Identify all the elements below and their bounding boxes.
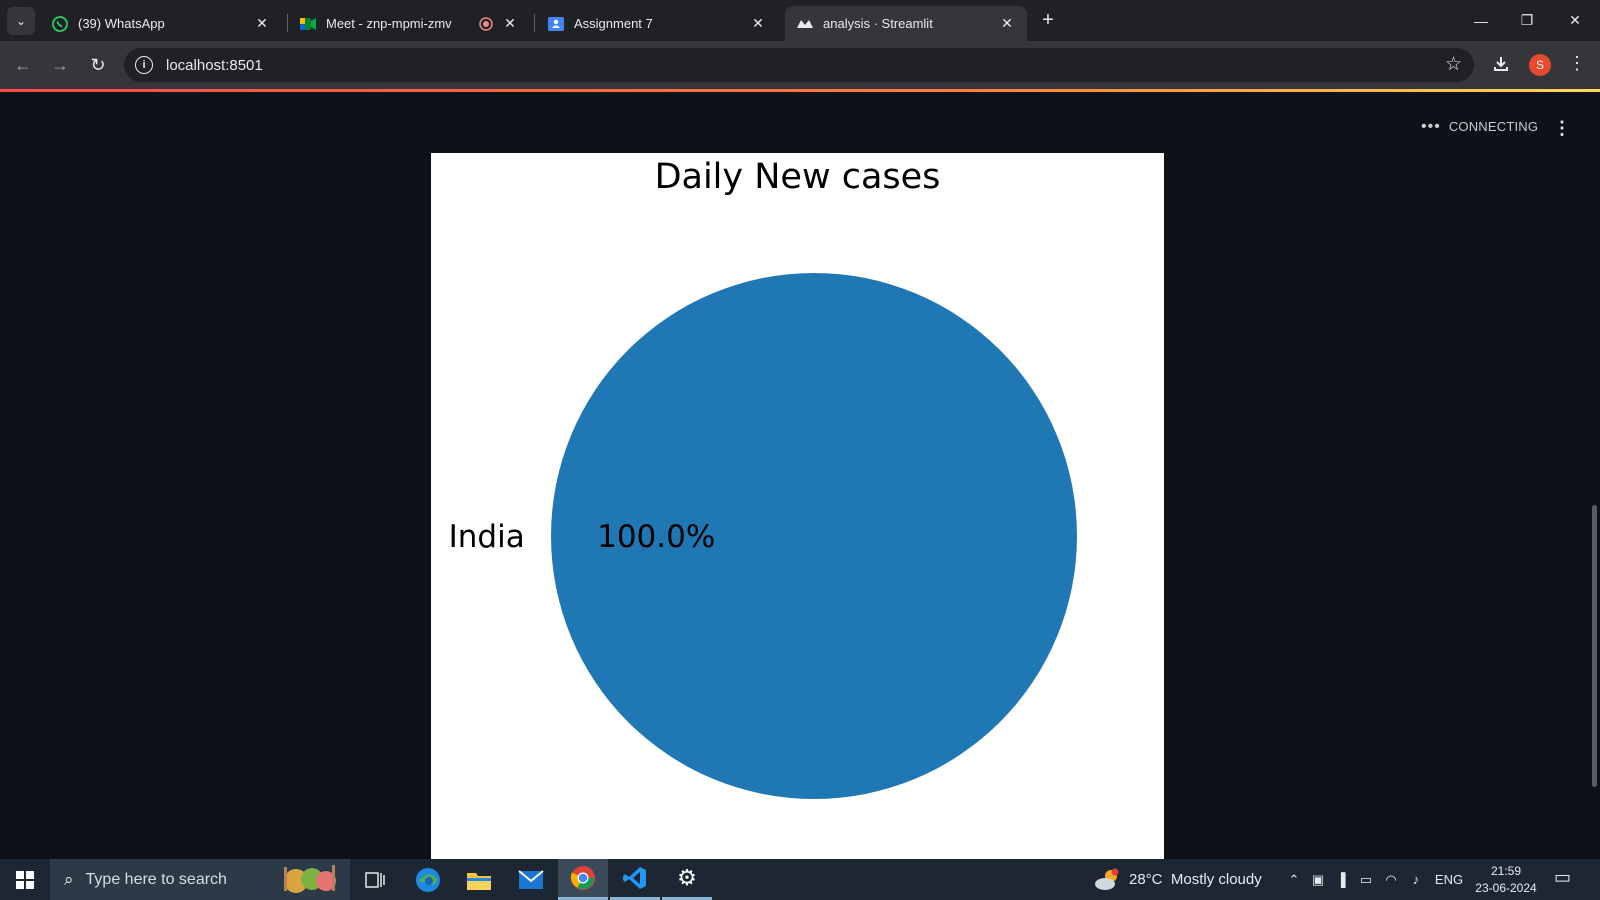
pie-chart-figure: Daily New cases India 100.0% [431, 153, 1164, 859]
search-highlight-illustration [284, 865, 336, 893]
taskbar-settings[interactable]: ⚙ [662, 859, 712, 900]
arrow-left-icon: ← [14, 54, 32, 75]
restore-icon: ❐ [1520, 12, 1534, 28]
tab-title: Assignment 7 [574, 16, 653, 31]
task-view-button[interactable] [350, 859, 400, 900]
downloads-button[interactable] [1488, 51, 1514, 77]
whatsapp-icon [52, 15, 68, 32]
tab-search-button[interactable]: ⌄ [7, 7, 35, 35]
taskbar-mail[interactable] [506, 859, 556, 900]
minimize-icon: — [1474, 12, 1488, 29]
chevron-down-icon: ⌄ [15, 14, 27, 28]
search-placeholder: Type here to search [85, 870, 227, 888]
taskbar-vscode[interactable] [610, 859, 660, 900]
tray-language[interactable]: ENG [1432, 859, 1466, 900]
edge-icon [416, 867, 440, 892]
windows-taskbar: ⌕ Type here to search ⚙ 28°C Mostly clou… [0, 859, 1600, 900]
clock-date: 23-06-2024 [1475, 881, 1537, 895]
start-button[interactable] [0, 859, 50, 900]
chevron-up-icon: ⌃ [1288, 871, 1300, 887]
tray-volume[interactable]: ♪ [1405, 859, 1427, 900]
taskbar-file-explorer[interactable] [454, 859, 504, 900]
reload-button[interactable]: ↻ [84, 51, 112, 79]
pie-chart: India 100.0% [449, 273, 1077, 799]
classroom-icon [548, 16, 564, 32]
tab-assignment[interactable]: Assignment 7 ✕ [536, 6, 778, 41]
browser-tabstrip: ⌄ (39) WhatsApp ✕ Meet - znp-mpmi-zmv ✕ [0, 0, 1600, 41]
connection-status: ••• CONNECTING [1421, 117, 1539, 135]
notification-icon: ▭ [1554, 867, 1572, 887]
clock-time: 21:59 [1490, 864, 1522, 878]
new-tab-button[interactable]: + [1036, 8, 1060, 32]
download-icon [1494, 57, 1508, 71]
screen: ⌄ (39) WhatsApp ✕ Meet - znp-mpmi-zmv ✕ [0, 0, 1600, 900]
microphone-icon: ▐ [1336, 872, 1346, 887]
taskbar-search-box[interactable]: ⌕ Type here to search [50, 859, 350, 900]
arrow-right-icon: → [51, 54, 69, 75]
search-icon: ⌕ [64, 869, 74, 889]
bookmark-star-icon[interactable]: ☆ [1445, 53, 1462, 76]
recording-icon [478, 16, 494, 32]
weather-text: 28°C Mostly cloudy [1129, 871, 1262, 888]
mail-icon [518, 869, 544, 889]
reload-icon: ↻ [90, 54, 106, 75]
taskbar-clock[interactable]: 21:59 23-06-2024 [1470, 863, 1542, 897]
tab-whatsapp[interactable]: (39) WhatsApp ✕ [40, 6, 282, 41]
url-text[interactable]: localhost:8501 [166, 57, 263, 74]
streamlit-icon [797, 16, 813, 32]
folder-icon [467, 872, 491, 890]
battery-icon: ▭ [1359, 871, 1373, 887]
tray-network[interactable]: ◠ [1380, 859, 1402, 900]
tray-meet-icon[interactable]: ▣ [1307, 859, 1329, 900]
back-button[interactable]: ← [9, 51, 37, 79]
tab-streamlit[interactable]: analysis · Streamlit ✕ [785, 6, 1027, 41]
show-hidden-icons-button[interactable]: ⌃ [1284, 859, 1304, 900]
tab-meet[interactable]: Meet - znp-mpmi-zmv ✕ [288, 6, 530, 41]
pie-slice-label: India [449, 519, 525, 555]
browser-toolbar: ← → ↻ i localhost:8501 ☆ S ⋮ [0, 41, 1600, 90]
close-window-button[interactable]: ✕ [1552, 0, 1598, 41]
status-text: CONNECTING [1448, 119, 1539, 134]
vscode-icon [623, 867, 646, 889]
tab-title: analysis · Streamlit [823, 16, 933, 31]
pie-percent-label: 100.0% [597, 519, 715, 555]
tab-separator [534, 14, 535, 32]
minimize-button[interactable]: — [1458, 0, 1504, 41]
google-meet-icon [300, 16, 316, 32]
browser-menu-icon[interactable]: ⋮ [1568, 53, 1586, 74]
tab-title: Meet - znp-mpmi-zmv [326, 16, 452, 31]
partly-cloudy-icon [1095, 868, 1119, 890]
close-icon[interactable]: ✕ [750, 15, 766, 32]
speaker-icon: ♪ [1412, 872, 1420, 887]
close-icon[interactable]: ✕ [502, 15, 518, 32]
page-scrollbar[interactable] [1592, 505, 1597, 787]
tray-battery[interactable]: ▭ [1355, 859, 1377, 900]
tab-title: (39) WhatsApp [78, 16, 165, 31]
restore-button[interactable]: ❐ [1504, 0, 1550, 41]
close-icon: ✕ [1569, 12, 1581, 28]
taskbar-chrome[interactable] [558, 859, 608, 900]
chrome-icon [570, 866, 595, 890]
site-info-icon[interactable]: i [135, 56, 153, 74]
streamlit-main-menu[interactable]: ⋮ [1553, 118, 1571, 139]
notification-center-button[interactable]: ▭ [1554, 867, 1571, 888]
ellipsis-icon: ••• [1421, 117, 1441, 135]
address-bar[interactable]: i localhost:8501 ☆ [124, 48, 1474, 82]
video-camera-icon: ▣ [1311, 871, 1325, 887]
close-icon[interactable]: ✕ [254, 15, 270, 32]
windows-logo-icon [16, 870, 34, 889]
tray-microphone[interactable]: ▐ [1331, 859, 1351, 900]
weather-widget[interactable]: 28°C Mostly cloudy [1093, 859, 1262, 900]
forward-button[interactable]: → [46, 51, 74, 79]
plus-icon: + [1042, 9, 1054, 31]
gear-icon: ⚙ [677, 865, 697, 890]
wifi-icon: ◠ [1385, 871, 1397, 887]
streamlit-decoration-bar [0, 89, 1600, 92]
close-icon[interactable]: ✕ [999, 15, 1015, 32]
taskbar-edge[interactable] [403, 859, 453, 900]
task-view-icon [365, 871, 385, 888]
profile-avatar[interactable]: S [1529, 54, 1551, 76]
